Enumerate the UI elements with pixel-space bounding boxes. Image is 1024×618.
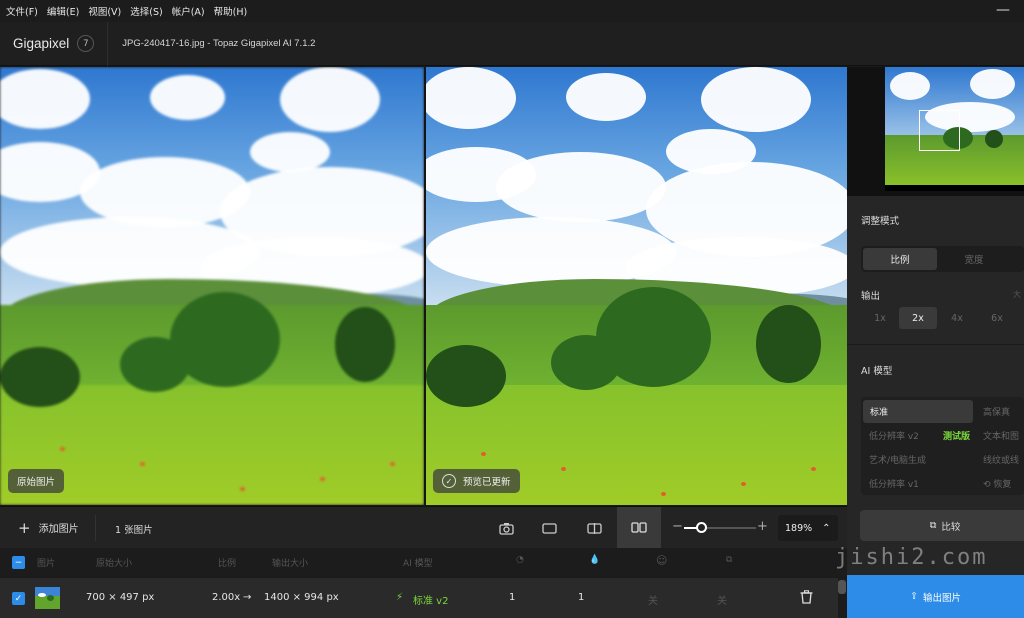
row-noise-value: 1 xyxy=(509,592,516,603)
row-orig-size: 700 × 497 px xyxy=(86,592,155,603)
scale-1x-option[interactable]: 1x xyxy=(861,307,899,329)
image-viewer[interactable]: 原始图片 ✓ 预览已更新 xyxy=(0,67,847,505)
split-view-icon[interactable] xyxy=(583,517,605,539)
model-line[interactable]: 线纹或线 xyxy=(983,453,1019,466)
original-image-pane[interactable] xyxy=(0,67,424,505)
side-by-side-view-icon[interactable] xyxy=(617,507,661,548)
menu-view[interactable]: 视图(V) xyxy=(88,4,121,18)
restore-icon: ⟲ xyxy=(983,480,994,490)
queue-count-badge: 7 xyxy=(77,35,95,52)
zoom-level-dropdown[interactable]: 189% ⌃ xyxy=(778,515,838,541)
header-out-size: 输出大小 xyxy=(272,559,309,569)
navigator-viewport-box[interactable] xyxy=(919,110,960,151)
compress-icon: ⧉ xyxy=(726,555,733,565)
title-divider xyxy=(107,21,109,66)
compare-icon: ⧉ xyxy=(929,520,937,531)
noise-icon: ◔ xyxy=(516,555,524,565)
output-title: 输出 xyxy=(861,291,881,302)
export-icon: ⇪ xyxy=(910,591,918,602)
scale-selector: 1x 2x 4x 6x xyxy=(861,305,1024,331)
row-sharpen-value: 1 xyxy=(578,592,585,603)
zoom-slider-handle[interactable] xyxy=(696,522,707,533)
preview-status-label: ✓ 预览已更新 xyxy=(433,469,520,493)
model-high-fidelity[interactable]: 高保真 xyxy=(983,405,1010,418)
table-row[interactable]: ✓ 700 × 497 px 2.00x → 1400 × 994 px ⚡ 标… xyxy=(0,578,838,618)
row-compress-value: 关 xyxy=(717,596,727,607)
ai-model-title: AI 模型 xyxy=(861,366,893,377)
app-name: Gigapixel xyxy=(13,36,70,51)
menu-account[interactable]: 帐户(A) xyxy=(172,4,205,18)
chevron-up-icon: ⌃ xyxy=(822,522,831,534)
check-circle-icon: ✓ xyxy=(442,474,456,488)
model-text[interactable]: 文本和图 xyxy=(983,429,1019,442)
image-table-header: − 图片 原始大小 比例 输出大小 AI 模型 ◔ 💧 ☺ ⧉ xyxy=(0,548,847,577)
model-standard[interactable]: 标准 xyxy=(863,400,973,423)
lightning-icon: ⚡ xyxy=(396,592,404,603)
add-image-button[interactable]: + 添加图片 xyxy=(18,520,79,535)
image-count: 1 张图片 xyxy=(115,525,153,536)
row-thumbnail xyxy=(35,587,60,609)
row-checkbox[interactable]: ✓ xyxy=(12,592,25,605)
table-scrollbar[interactable] xyxy=(838,578,847,618)
preview-image-pane[interactable] xyxy=(426,67,847,505)
zoom-out-icon[interactable]: − xyxy=(672,519,683,534)
bottom-toolbar: + 添加图片 1 张图片 − + 189% ⌃ xyxy=(0,506,847,548)
adjust-mode-toggle: 比例 宽度 xyxy=(861,246,1024,272)
scale-6x-option[interactable]: 6x xyxy=(977,307,1017,329)
single-view-icon[interactable] xyxy=(538,517,560,539)
menu-bar: 文件(F) 编辑(E) 视图(V) 选择(S) 帐户(A) 帮助(H) — xyxy=(0,0,1024,22)
menu-help[interactable]: 帮助(H) xyxy=(214,4,248,18)
title-bar: Gigapixel 7 JPG-240417-16.jpg - Topaz Gi… xyxy=(0,21,1024,66)
model-beta-badge: 测试版 xyxy=(943,432,971,442)
navigator-preview[interactable] xyxy=(847,67,1024,196)
plus-icon: + xyxy=(18,518,31,537)
model-art[interactable]: 艺术/电脑生成 xyxy=(869,453,926,466)
output-extra-label: 大 xyxy=(1013,290,1021,299)
camera-icon[interactable] xyxy=(495,517,517,539)
row-scale: 2.00x xyxy=(212,592,241,603)
header-scale: 比例 xyxy=(218,559,237,569)
original-image-label: 原始图片 xyxy=(8,469,65,493)
menu-edit[interactable]: 编辑(E) xyxy=(47,4,79,18)
scale-2x-option[interactable]: 2x xyxy=(899,307,937,329)
toolbar-divider xyxy=(95,515,96,541)
model-low-res-v2[interactable]: 低分辨率 v2 xyxy=(869,429,919,442)
watermark-text: jishi2.com xyxy=(835,545,988,570)
menu-file[interactable]: 文件(F) xyxy=(6,4,38,18)
zoom-in-icon[interactable]: + xyxy=(757,519,768,534)
mode-width-option[interactable]: 宽度 xyxy=(937,248,1011,270)
header-image: 图片 xyxy=(37,559,56,569)
minus-icon[interactable]: — xyxy=(996,2,1010,18)
ai-model-list: 标准 高保真 低分辨率 v2 测试版 文本和图 艺术/电脑生成 线纹或线 低分辨… xyxy=(861,397,1024,495)
row-face-value: 关 xyxy=(648,596,658,607)
select-all-checkbox[interactable]: − xyxy=(12,556,25,569)
model-restore[interactable]: ⟲ 恢复 xyxy=(983,477,1011,490)
model-low-res-v1[interactable]: 低分辨率 v1 xyxy=(869,477,919,490)
header-model: AI 模型 xyxy=(403,559,433,569)
trash-icon[interactable] xyxy=(800,590,813,607)
sidebar-divider xyxy=(847,344,1024,345)
sharpen-icon: 💧 xyxy=(589,555,601,565)
settings-sidebar: 调整模式 比例 宽度 输出 大 1x 2x 4x 6x AI 模型 标准 高保真… xyxy=(847,67,1024,618)
adjust-mode-title: 调整模式 xyxy=(861,216,900,227)
menu-select[interactable]: 选择(S) xyxy=(130,4,162,18)
file-title: JPG-240417-16.jpg - Topaz Gigapixel AI 7… xyxy=(122,38,316,49)
row-model: 标准 v2 xyxy=(413,596,449,607)
export-button[interactable]: ⇪ 输出图片 xyxy=(847,575,1024,618)
row-arrow: → xyxy=(243,592,252,603)
mode-scale-option[interactable]: 比例 xyxy=(863,248,937,270)
compare-button[interactable]: ⧉ 比较 xyxy=(860,510,1024,541)
face-icon: ☺ xyxy=(656,554,668,567)
row-out-size: 1400 × 994 px xyxy=(264,592,339,603)
header-orig-size: 原始大小 xyxy=(96,559,133,569)
scale-4x-option[interactable]: 4x xyxy=(937,307,977,329)
